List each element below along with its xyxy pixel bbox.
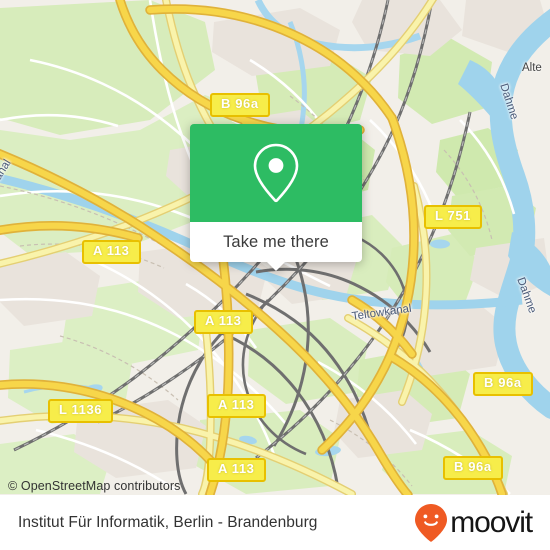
take-me-there-button[interactable]: Take me there: [190, 222, 362, 262]
footer-bar: Institut Für Informatik, Berlin - Brande…: [0, 495, 550, 550]
osm-attribution[interactable]: © OpenStreetMap contributors: [8, 479, 181, 493]
moovit-wordmark: moovit: [450, 505, 533, 539]
moovit-logo[interactable]: moovit: [414, 503, 533, 543]
moovit-map-screenshot: B 96a L 751 A 113 A 113 B 96a L 1136 A 113 A 11…: [0, 0, 550, 550]
road-shield: A 113: [194, 310, 253, 334]
location-popup-card[interactable]: Take me there: [190, 124, 362, 271]
moovit-pin-icon: [415, 503, 448, 542]
popup-image-panel: [190, 124, 362, 222]
take-me-there-label: Take me there: [223, 232, 329, 251]
map-pin-icon: [253, 143, 299, 203]
popup-pointer-tail: [267, 262, 285, 271]
place-label: Alte: [522, 62, 542, 74]
road-shield: B 96a: [443, 456, 503, 480]
road-shield: B 96a: [473, 372, 533, 396]
road-shield: L 1136: [48, 399, 114, 423]
road-shield: A 113: [207, 394, 266, 418]
road-shield: A 113: [207, 458, 266, 482]
road-shield: A 113: [82, 240, 141, 264]
road-shield: L 751: [424, 205, 483, 229]
location-title: Institut Für Informatik, Berlin - Brande…: [18, 513, 318, 531]
road-shield: B 96a: [210, 93, 270, 117]
